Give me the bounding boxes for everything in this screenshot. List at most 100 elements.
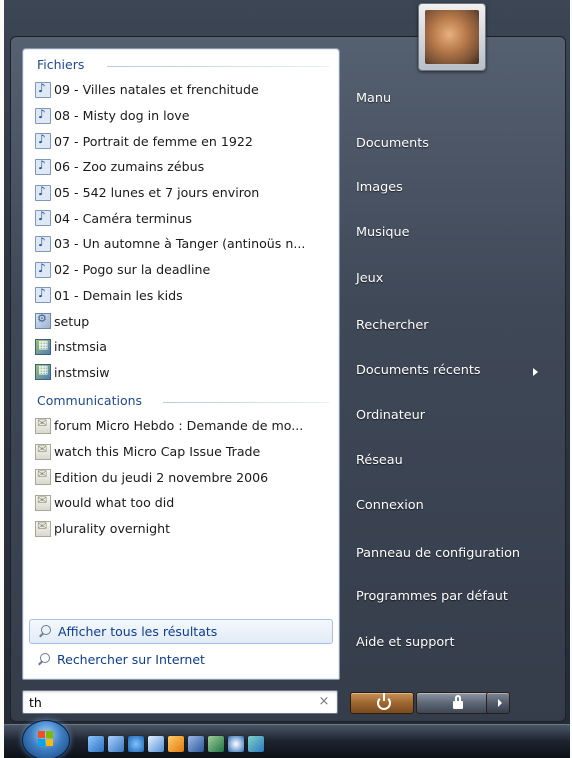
menu-item-jeux[interactable]: Jeux [356, 268, 383, 290]
file-result-label: setup [54, 313, 90, 329]
menu-item-aide-et-support[interactable]: Aide et support [356, 632, 454, 654]
menu-item-reseau[interactable]: Réseau [356, 450, 403, 472]
show-all-results-label: Afficher tous les résultats [58, 624, 218, 639]
files-section-header: Fichiers [37, 57, 329, 75]
message-result-item[interactable]: Edition du jeudi 2 novembre 2006 [35, 464, 335, 490]
message-result-label: forum Micro Hebdo : Demande de mo... [54, 418, 304, 434]
show-desktop-icon[interactable] [88, 736, 104, 752]
audio-file-icon [35, 235, 51, 252]
file-result-label: 01 - Demain les kids [54, 287, 183, 303]
windows-mail-icon[interactable] [148, 736, 164, 752]
audio-file-icon [35, 286, 51, 304]
file-result-item[interactable]: 01 - Demain les kids [35, 283, 335, 309]
file-result-label: 09 - Villes natales et frenchitude [54, 82, 259, 98]
internet-explorer-icon[interactable] [128, 736, 144, 752]
files-results-list: 09 - Villes natales et frenchitude 08 - M… [35, 77, 335, 385]
file-result-item[interactable]: 07 - Portrait de femme en 1922 [35, 128, 335, 154]
audio-file-icon [35, 158, 51, 175]
switch-windows-icon[interactable] [108, 736, 124, 752]
audio-file-icon [35, 107, 51, 124]
start-button[interactable] [22, 720, 70, 758]
communications-header-divider [163, 402, 329, 403]
clear-search-icon[interactable]: × [316, 694, 332, 710]
menu-item-documents-recents[interactable]: Documents récents [356, 360, 481, 382]
message-result-item[interactable]: plurality overnight [35, 516, 335, 542]
file-result-label: 07 - Portrait de femme en 1922 [54, 133, 253, 149]
menu-item-ordinateur[interactable]: Ordinateur [356, 405, 425, 427]
menu-item-documents[interactable]: Documents [356, 133, 429, 155]
files-header-label: Fichiers [37, 57, 85, 72]
menu-item-manu[interactable]: Manu [356, 88, 391, 110]
right-menu-pane: Manu Documents Images Musique Jeux Rechercher… [352, 84, 552, 684]
message-result-label: would what too did [54, 495, 175, 511]
power-icon [377, 693, 391, 710]
media-center-icon[interactable] [168, 736, 184, 752]
contacts-icon[interactable] [248, 736, 264, 752]
file-result-item[interactable]: 03 - Un automne à Tanger (antinoüs n... [35, 231, 335, 257]
menu-item-musique[interactable]: Musique [356, 222, 409, 244]
search-icon [37, 652, 51, 667]
search-icon [38, 624, 52, 639]
file-result-item[interactable]: 09 - Villes natales et frenchitude [35, 77, 335, 103]
search-internet-label: Rechercher sur Internet [57, 652, 205, 667]
menu-item-rechercher[interactable]: Rechercher [356, 315, 428, 337]
file-result-item[interactable]: 02 - Pogo sur la deadline [35, 257, 335, 283]
search-bottom-links: Afficher tous les résultats Rechercher s… [29, 619, 333, 672]
email-icon [35, 416, 51, 434]
message-result-label: plurality overnight [54, 521, 171, 537]
message-result-item[interactable]: would what too did [35, 490, 335, 516]
audio-file-icon [35, 132, 51, 150]
file-result-item[interactable]: 06 - Zoo zumains zébus [35, 154, 335, 180]
file-result-label: 04 - Caméra terminus [54, 210, 192, 226]
message-result-item[interactable]: forum Micro Hebdo : Demande de mo... [35, 413, 335, 439]
installer-icon [35, 363, 51, 381]
audio-file-icon [35, 261, 51, 278]
message-result-label: Edition du jeudi 2 novembre 2006 [54, 469, 269, 485]
audio-file-icon [35, 81, 51, 98]
file-result-label: 05 - 542 lunes et 7 jours environ [54, 185, 260, 201]
start-search-input[interactable] [22, 690, 338, 714]
file-result-item[interactable]: 08 - Misty dog in love [35, 103, 335, 129]
user-avatar[interactable] [418, 3, 486, 71]
installer-icon [35, 338, 51, 355]
file-result-label: 02 - Pogo sur la deadline [54, 262, 211, 278]
file-result-item[interactable]: 04 - Caméra terminus [35, 205, 335, 231]
submenu-arrow-icon [533, 368, 538, 376]
communications-section-header: Communications [37, 393, 329, 411]
email-icon [35, 442, 51, 460]
power-options-button[interactable] [486, 692, 510, 714]
excel-icon[interactable] [208, 736, 224, 752]
user-picture-kitten [425, 10, 479, 64]
audio-file-icon [35, 209, 51, 227]
file-result-label: instmsiw [54, 364, 110, 380]
windows-logo-icon [38, 731, 54, 747]
search-internet-link[interactable]: Rechercher sur Internet [29, 647, 333, 672]
email-icon [35, 493, 51, 511]
file-result-item[interactable]: 05 - 542 lunes et 7 jours environ [35, 180, 335, 206]
menu-item-panneau-de-configuration[interactable]: Panneau de configuration [356, 543, 520, 565]
arrow-right-icon [498, 699, 502, 707]
power-button[interactable] [350, 692, 414, 714]
email-icon [35, 519, 51, 537]
menu-item-programmes-par-defaut[interactable]: Programmes par défaut [356, 586, 508, 608]
show-all-results-link[interactable]: Afficher tous les résultats [29, 619, 333, 644]
audio-file-icon [35, 184, 51, 201]
power-controls [350, 692, 510, 714]
file-result-item[interactable]: instmsiw [35, 360, 335, 386]
email-icon [35, 467, 51, 486]
file-result-label: instmsia [54, 339, 108, 355]
media-player-icon[interactable] [228, 736, 244, 752]
files-header-divider [107, 66, 329, 67]
message-result-item[interactable]: watch this Micro Cap Issue Trade [35, 439, 335, 465]
file-result-label: 08 - Misty dog in love [54, 108, 190, 124]
word-icon[interactable] [188, 736, 204, 752]
file-result-item[interactable]: instmsia [35, 334, 335, 360]
file-result-item[interactable]: setup [35, 308, 335, 334]
search-results-pane: Fichiers 09 - Villes natales et frenchit… [22, 48, 340, 680]
desktop-screen: Fichiers 09 - Villes natales et frenchit… [4, 0, 570, 758]
file-result-label: 06 - Zoo zumains zébus [54, 159, 205, 175]
menu-item-images[interactable]: Images [356, 177, 403, 199]
communications-results-list: forum Micro Hebdo : Demande de mo... watc… [35, 413, 335, 541]
message-result-label: watch this Micro Cap Issue Trade [54, 444, 261, 460]
menu-item-connexion[interactable]: Connexion [356, 495, 424, 517]
